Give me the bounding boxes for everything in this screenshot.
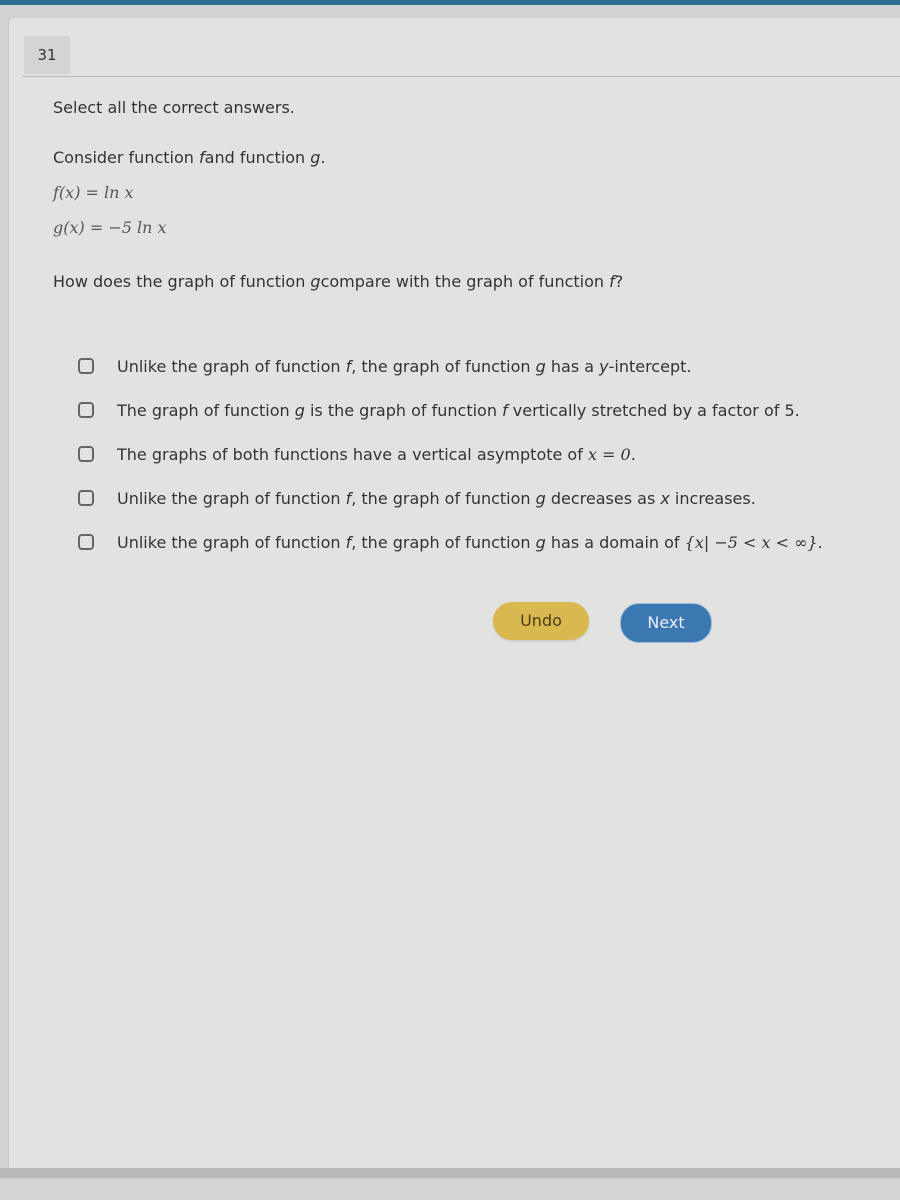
answer-option-3[interactable]: The graphs of both functions have a vert… <box>78 432 823 476</box>
intro-g: g <box>310 148 321 167</box>
checkbox[interactable] <box>78 446 94 462</box>
panel-bottom-edge <box>0 1168 900 1178</box>
question-panel <box>8 18 900 1170</box>
bottom-area <box>0 1178 900 1200</box>
question-header <box>22 36 900 77</box>
instructions: Select all the correct answers. <box>53 98 295 117</box>
option-label: The graph of function g is the graph of … <box>117 400 800 420</box>
question-number: 31 <box>24 36 70 74</box>
intro-middle: and function <box>204 148 311 167</box>
function-f-definition: f(x) = ln x <box>53 183 134 202</box>
checkbox[interactable] <box>78 358 94 374</box>
option-label: Unlike the graph of function f, the grap… <box>117 532 823 552</box>
checkbox[interactable] <box>78 402 94 418</box>
question-middle: compare with the graph of function <box>320 272 610 291</box>
checkbox[interactable] <box>78 534 94 550</box>
question-prefix: How does the graph of function <box>53 272 311 291</box>
answer-options: Unlike the graph of function f, the grap… <box>78 344 823 564</box>
next-button[interactable]: Next <box>620 603 712 643</box>
option-label: The graphs of both functions have a vert… <box>117 444 636 464</box>
question-g: g <box>310 272 321 291</box>
answer-option-4[interactable]: Unlike the graph of function f, the grap… <box>78 476 823 520</box>
function-g-definition: g(x) = −5 ln x <box>53 218 167 237</box>
intro-text: Consider function fand function g. <box>53 148 326 167</box>
answer-option-5[interactable]: Unlike the graph of function f, the grap… <box>78 520 823 564</box>
undo-button[interactable]: Undo <box>493 602 589 640</box>
question-suffix: ? <box>614 272 624 291</box>
top-accent-bar <box>0 0 900 5</box>
intro-suffix: . <box>320 148 326 167</box>
checkbox[interactable] <box>78 490 94 506</box>
intro-prefix: Consider function <box>53 148 199 167</box>
answer-option-1[interactable]: Unlike the graph of function f, the grap… <box>78 344 823 388</box>
option-label: Unlike the graph of function f, the grap… <box>117 488 756 508</box>
answer-option-2[interactable]: The graph of function g is the graph of … <box>78 388 823 432</box>
option-label: Unlike the graph of function f, the grap… <box>117 356 692 376</box>
question-text: How does the graph of function gcompare … <box>53 272 623 291</box>
